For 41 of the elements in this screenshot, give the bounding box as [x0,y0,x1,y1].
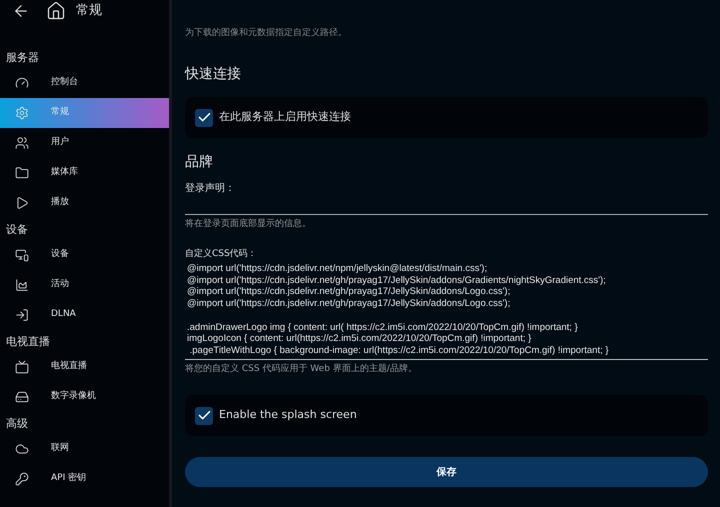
sidebar-item[interactable]: DLNA [0,300,169,330]
sidebar-item[interactable]: API 密钥 [0,464,169,494]
sidebar-item[interactable]: 电视直播 [0,352,169,382]
section-heading: 设备 [5,222,29,238]
gauge-icon [15,76,29,90]
sidebar-item[interactable]: 联网 [0,434,169,464]
checkbox-label: Enable the splash screen [219,407,357,424]
tv-icon [15,360,29,374]
field-label: 登录声明： [185,182,236,196]
field-label: 自定义CSS代码： [185,248,258,260]
sidebar-item[interactable]: 媒体库 [0,158,169,188]
section-heading: 电视直播 [5,334,51,350]
sidebar-item[interactable]: 活动 [0,270,169,300]
section-heading: 高级 [5,416,29,432]
devices-icon [15,248,29,262]
sidebar-item[interactable]: 播放 [0,188,169,218]
login-icon [15,308,29,322]
sidebar-item[interactable]: 数字录像机 [0,382,169,412]
chart-icon [15,278,29,292]
save-button[interactable]: 保存 [185,457,708,488]
sidebar-item[interactable]: 控制台 [0,68,169,98]
folder-icon [15,166,29,180]
users-icon [15,136,29,150]
section-heading: 服务器 [5,50,40,66]
code-editor[interactable]: @import url('https://cdn.jsdelivr.net/npm/jellyskin@latest/dist/main.css'); @import url('https://cdn.jsdelivr.net/gh/prayag17/JellySkin/addons/Gradients/nightSkyGradient.css'); @import url('https://cdn.jsdelivr.net/gh/prayag17/JellySkin/addons/Logo.css'); @import url('https://cdn.jsdelivr.net/gh/prayag17/JellySkin/addons/Logo.css'); .adminDrawerLogo img { content: url( https://c2.im5i.com/2022/10/20/TopCm.gif) !important; } imgLogoIcon { content: url(https://c2.im5i.com/2022/10/20/TopCm.gif) !important; } .pageTitleWithLogo { background-image: url(https://c2.im5i.com/2022/10/20/TopCm.gif) !important; } [185,261,708,360]
home-icon[interactable] [46,1,66,21]
section-heading: 品牌 [185,153,214,172]
key-icon [15,472,29,486]
checkbox-label: 在此服务器上启用快速连接 [219,109,351,126]
page-title: 常规 [76,2,102,20]
drive-icon [15,390,29,404]
checkbox[interactable] [195,108,213,126]
settings-icon [15,106,29,120]
cloud-icon [15,442,29,456]
checkbox[interactable] [195,406,213,425]
section-heading: 快速连接 [185,65,242,84]
sidebar-item[interactable]: 用户 [0,128,169,158]
hint-text: 将您的自定义 CSS 代码应用于 Web 界面上的主题/品牌。 [185,362,418,376]
hint-text: 将在登录页面底部显示的信息。 [185,218,312,231]
sidebar-item[interactable]: 设备 [0,240,169,270]
play-icon [15,196,29,210]
